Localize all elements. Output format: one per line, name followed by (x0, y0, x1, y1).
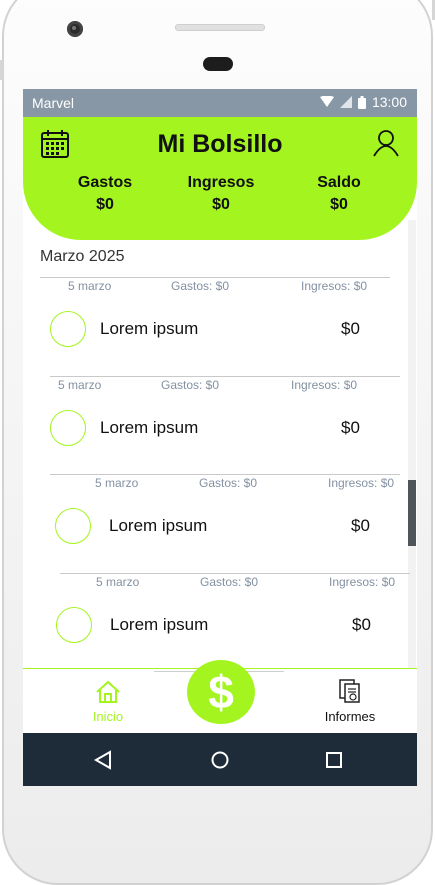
transaction-gastos: Gastos: $0 (200, 575, 259, 589)
front-camera (67, 21, 83, 37)
summary-value: $0 (96, 196, 114, 213)
transaction-icon-circle[interactable] (50, 311, 86, 347)
summary-value: $0 (212, 196, 230, 213)
reports-icon (339, 679, 360, 703)
transaction-date: 5 marzo (58, 378, 102, 392)
scrollbar-thumb[interactable] (408, 480, 416, 546)
app-header: Mi Bolsillo Gastos $0 Ingresos $0 Saldo … (23, 117, 417, 240)
recents-icon (326, 752, 342, 768)
transaction-date: 5 marzo (95, 476, 139, 490)
transaction-gastos: Gastos: $0 (161, 378, 220, 392)
nav-informes-label: Informes (324, 709, 376, 724)
phone-side-button (0, 60, 3, 80)
signal-icon (339, 96, 352, 108)
nav-inicio-label: Inicio (92, 709, 124, 724)
transaction-gastos: Gastos: $0 (171, 279, 230, 293)
separator (40, 277, 390, 278)
transaction-ingresos: Ingresos: $0 (291, 378, 358, 392)
home-circle-icon (211, 751, 229, 769)
home-icon (96, 680, 120, 703)
android-navigation-bar (23, 733, 417, 786)
back-button[interactable] (91, 733, 117, 786)
status-icons: 13:00 (319, 94, 407, 110)
summary-value: $0 (330, 196, 348, 213)
earpiece-speaker (175, 24, 265, 31)
summary-label: Gastos (77, 174, 133, 191)
transactions-list[interactable]: Marzo 2025 5 marzo Gastos: $0 Ingresos: … (23, 220, 417, 669)
transaction-ingresos: Ingresos: $0 (301, 279, 368, 293)
transaction-date: 5 marzo (96, 575, 140, 589)
transaction-group: 5 marzo Gastos: $0 Ingresos: $0 Lorem ip… (56, 573, 410, 669)
transaction-description[interactable]: Lorem ipsum (100, 418, 198, 438)
separator (50, 376, 400, 377)
app-screen: Marvel 13:00 Mi Bolsillo Gastos $0 Ingre… (23, 89, 417, 786)
separator (50, 474, 400, 475)
transaction-amount: $0 (341, 319, 360, 338)
summary-gastos: Gastos $0 (50, 172, 160, 216)
add-transaction-button[interactable]: $ (187, 660, 255, 724)
recents-button[interactable] (323, 733, 345, 786)
transaction-date: 5 marzo (68, 279, 112, 293)
summary-label: Ingresos (187, 174, 255, 191)
app-title: Mi Bolsillo (157, 130, 283, 158)
back-icon (93, 750, 111, 770)
summary-label: Saldo (317, 174, 361, 191)
transaction-description[interactable]: Lorem ipsum (100, 319, 198, 339)
transaction-group: 5 marzo Gastos: $0 Ingresos: $0 Lorem ip… (50, 376, 400, 472)
proximity-sensor (203, 57, 233, 71)
nav-informes[interactable]: Informes (312, 669, 388, 731)
transaction-icon-circle[interactable] (56, 607, 92, 643)
transaction-icon-circle[interactable] (50, 410, 86, 446)
clock: 13:00 (371, 94, 407, 110)
user-icon (373, 130, 399, 157)
nav-inicio[interactable]: Inicio (78, 669, 138, 731)
transaction-amount: $0 (341, 418, 360, 437)
wifi-icon (319, 96, 334, 107)
transaction-group: 5 marzo Gastos: $0 Ingresos: $0 Lorem ip… (50, 474, 400, 570)
transaction-amount: $0 (351, 516, 370, 535)
transaction-description[interactable]: Lorem ipsum (109, 516, 207, 536)
summary-ingresos: Ingresos $0 (166, 172, 276, 216)
profile-button[interactable] (371, 128, 401, 158)
carrier-name: Marvel (32, 95, 75, 111)
separator (60, 573, 410, 574)
home-button[interactable] (209, 733, 231, 786)
phone-frame: Marvel 13:00 Mi Bolsillo Gastos $0 Ingre… (0, 0, 435, 885)
transaction-amount: $0 (352, 615, 371, 634)
transaction-group: 5 marzo Gastos: $0 Ingresos: $0 Lorem ip… (40, 277, 390, 373)
transaction-gastos: Gastos: $0 (199, 476, 258, 490)
transaction-ingresos: Ingresos: $0 (328, 476, 395, 490)
battery-icon (357, 95, 366, 109)
status-bar: Marvel 13:00 (23, 89, 417, 117)
transaction-description[interactable]: Lorem ipsum (110, 615, 208, 635)
transaction-ingresos: Ingresos: $0 (329, 575, 396, 589)
month-heading: Marzo 2025 (40, 248, 125, 265)
summary-saldo: Saldo $0 (284, 172, 394, 216)
transaction-icon-circle[interactable] (55, 508, 91, 544)
